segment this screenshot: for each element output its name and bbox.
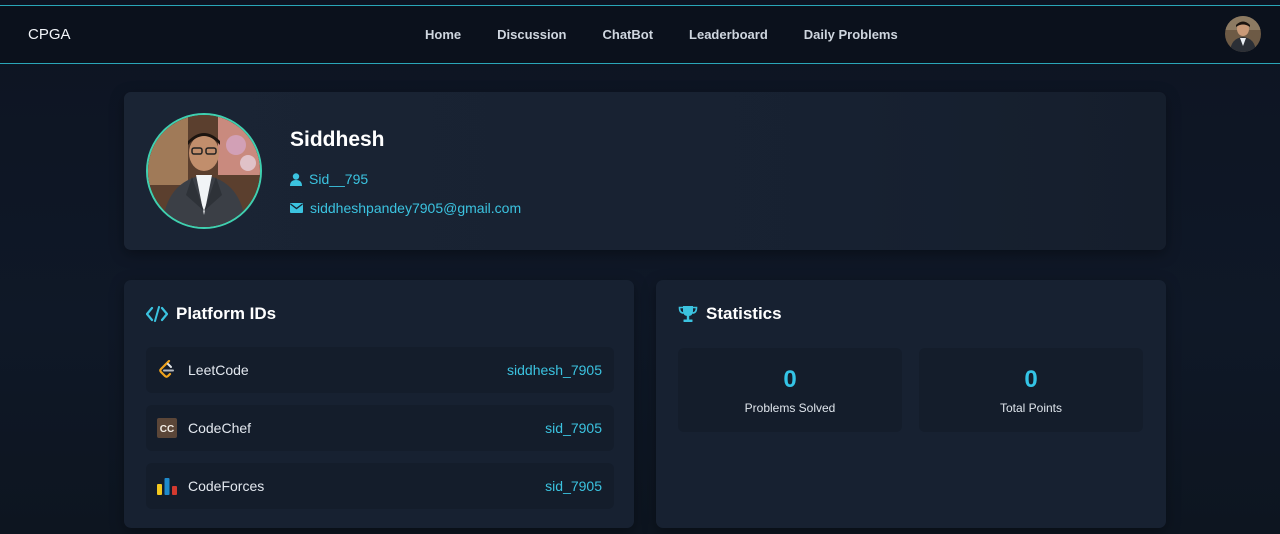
statistics-card: Statistics 0 Problems Solved 0 Total Poi…	[656, 280, 1166, 528]
platform-row-codechef: CC CodeChef sid_7905	[146, 405, 614, 451]
platform-ids-title: Platform IDs	[176, 304, 277, 323]
user-icon	[290, 172, 302, 186]
leetcode-icon	[156, 359, 178, 381]
platform-ids-card: Platform IDs LeetCode siddhesh_7905 CC C…	[124, 280, 634, 528]
brand-logo[interactable]: CPGA	[28, 26, 71, 43]
platform-name: LeetCode	[188, 362, 249, 378]
problems-solved-value: 0	[783, 366, 797, 393]
envelope-icon	[290, 203, 303, 213]
profile-email[interactable]: siddheshpandey7905@gmail.com	[310, 200, 521, 216]
navbar: CPGA Home Discussion ChatBot Leaderboard…	[0, 6, 1280, 64]
profile-name: Siddhesh	[290, 128, 385, 151]
total-points-value: 0	[1024, 366, 1038, 393]
platform-row-codeforces: CodeForces sid_7905	[146, 463, 614, 509]
platform-id-link[interactable]: siddhesh_7905	[507, 362, 602, 378]
profile-photo	[148, 115, 260, 227]
nav-links: Home Discussion ChatBot Leaderboard Dail…	[425, 27, 934, 42]
platform-ids-header: Platform IDs	[146, 304, 276, 324]
username-row: Sid__795	[290, 171, 368, 187]
statistics-title: Statistics	[706, 304, 782, 323]
platform-name: CodeForces	[188, 478, 265, 494]
trophy-icon	[678, 306, 698, 322]
problems-solved-label: Problems Solved	[744, 401, 836, 415]
platform-id-link[interactable]: sid_7905	[545, 420, 602, 436]
nav-link-chatbot[interactable]: ChatBot	[602, 27, 653, 42]
code-icon	[146, 306, 168, 322]
nav-link-home[interactable]: Home	[425, 27, 461, 42]
nav-link-discussion[interactable]: Discussion	[497, 27, 566, 42]
svg-text:CC: CC	[160, 424, 174, 435]
platform-name: CodeChef	[188, 420, 252, 436]
statistics-header: Statistics	[678, 304, 782, 324]
profile-username: Sid__795	[309, 171, 369, 187]
nav-link-leaderboard[interactable]: Leaderboard	[689, 27, 768, 42]
problems-solved-stat: 0 Problems Solved	[678, 348, 902, 432]
email-row: siddheshpandey7905@gmail.com	[290, 200, 521, 216]
avatar-photo	[1225, 16, 1261, 52]
profile-avatar	[146, 113, 262, 229]
profile-card: Siddhesh Sid__795 siddheshpandey7905@gma…	[124, 92, 1166, 250]
platform-id-link[interactable]: sid_7905	[545, 478, 602, 494]
total-points-label: Total Points	[999, 401, 1063, 415]
total-points-stat: 0 Total Points	[919, 348, 1143, 432]
user-avatar[interactable]	[1225, 16, 1261, 52]
platform-row-leetcode: LeetCode siddhesh_7905	[146, 347, 614, 393]
codechef-icon: CC	[156, 417, 178, 439]
codeforces-icon	[156, 475, 178, 497]
nav-link-daily-problems[interactable]: Daily Problems	[804, 27, 898, 42]
